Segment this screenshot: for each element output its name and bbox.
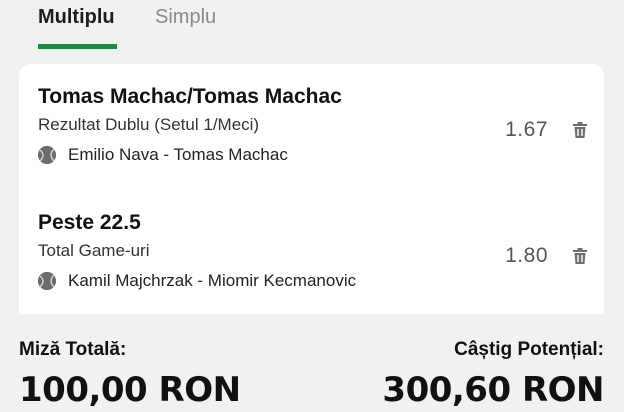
tab-multiplu[interactable]: Multiplu bbox=[38, 6, 115, 29]
selection-odds: 1.80 bbox=[505, 244, 548, 267]
total-stake-value: 100,00 RON bbox=[19, 370, 241, 410]
tennis-ball-icon bbox=[38, 272, 56, 290]
active-tab-indicator bbox=[38, 44, 117, 49]
tennis-ball-icon bbox=[38, 146, 56, 164]
total-stake-label: Miză Totală: bbox=[19, 339, 127, 360]
betslip-tabs: Multiplu Simplu bbox=[0, 0, 624, 52]
selections-card: Tomas Machac/Tomas Machac Rezultat Dublu… bbox=[19, 64, 604, 314]
event-name: Kamil Majchrzak - Miomir Kecmanovic bbox=[68, 271, 357, 290]
tab-simplu[interactable]: Simplu bbox=[155, 6, 216, 29]
potential-win-value: 300,60 RON bbox=[382, 370, 604, 410]
selection-title: Tomas Machac/Tomas Machac bbox=[38, 85, 342, 108]
selection-odds: 1.67 bbox=[505, 118, 548, 141]
selection-item: Tomas Machac/Tomas Machac Rezultat Dublu… bbox=[38, 85, 604, 165]
selection-event: Kamil Majchrzak - Miomir Kecmanovic bbox=[38, 271, 604, 291]
selection-event: Emilio Nava - Tomas Machac bbox=[38, 145, 604, 165]
event-name: Emilio Nava - Tomas Machac bbox=[68, 145, 288, 164]
trash-icon[interactable] bbox=[570, 246, 590, 266]
selection-item: Peste 22.5 Total Game-uri Kamil Majchrza… bbox=[38, 211, 604, 291]
potential-win-label: Câștig Potențial: bbox=[454, 339, 604, 360]
trash-icon[interactable] bbox=[570, 120, 590, 140]
selection-title: Peste 22.5 bbox=[38, 211, 141, 234]
